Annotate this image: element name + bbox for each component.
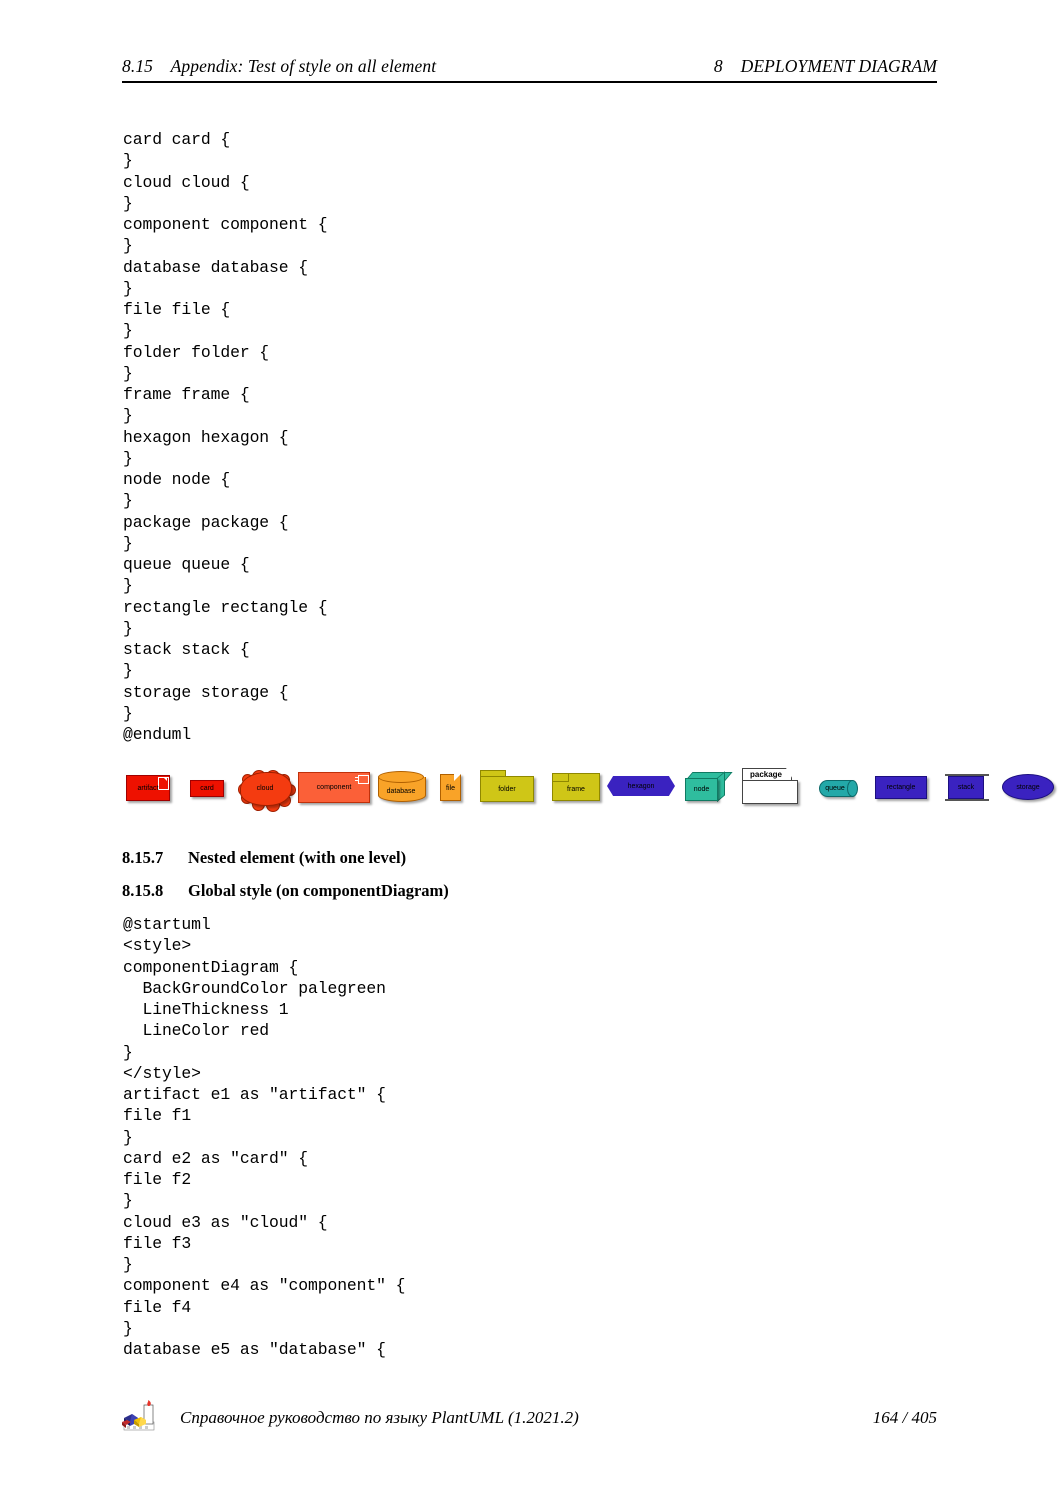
document-page: 8.15 Appendix: Test of style on all elem…	[0, 0, 1060, 1500]
code-line: }	[123, 193, 133, 213]
frame-label: frame	[567, 786, 585, 793]
code-line: card e2 as "card" {	[123, 1148, 308, 1168]
code-line: file f3	[123, 1233, 192, 1253]
code-line: queue queue {	[123, 555, 250, 574]
section-heading-8-15-7: 8.15.7 Nested element (with one level)	[122, 848, 406, 868]
section-heading-8-15-8: 8.15.8 Global style (on componentDiagram…	[122, 881, 449, 901]
package-label: package	[749, 769, 783, 779]
code-line: @enduml	[123, 725, 192, 744]
code-line: }	[123, 661, 133, 681]
page-header: 8.15 Appendix: Test of style on all elem…	[122, 56, 937, 77]
component-label: component	[316, 784, 352, 791]
code-block-global-style: @startuml <style> componentDiagram { BackG…	[123, 914, 405, 1360]
code-line: @startuml	[123, 915, 211, 934]
stack-label: stack	[957, 784, 975, 791]
header-right-title: DEPLOYMENT DIAGRAM	[740, 56, 937, 76]
code-line: }	[123, 1127, 133, 1147]
code-line: <style>	[123, 936, 192, 956]
code-line: }	[123, 491, 133, 511]
package-body	[742, 780, 798, 804]
node-label: node	[693, 786, 710, 793]
code-line: }	[123, 1255, 133, 1274]
code-line: component component {	[123, 215, 328, 234]
code-line: database e5 as "database" {	[123, 1340, 386, 1359]
code-line: file f2	[123, 1170, 192, 1189]
node-side-face	[717, 771, 725, 802]
code-line: cloud e3 as "cloud" {	[123, 1212, 328, 1232]
code-line: LineThickness 1	[123, 1000, 289, 1019]
code-line: }	[123, 1042, 133, 1062]
footer-page-number: 164 / 405	[872, 1408, 937, 1427]
section-number: 8.15.8	[122, 881, 164, 900]
code-line: }	[123, 406, 133, 426]
card-label: card	[200, 785, 214, 792]
header-left-title: Appendix: Test of style on all element	[170, 56, 437, 76]
section-title: Global style (on componentDiagram)	[188, 881, 449, 900]
code-line: </style>	[123, 1063, 201, 1083]
footer-title: Справочное руководство по языку PlantUML…	[180, 1408, 579, 1427]
code-line: }	[123, 321, 133, 341]
database-label: database	[386, 787, 416, 795]
code-line: }	[123, 533, 133, 553]
code-line: storage storage {	[123, 682, 289, 702]
hexagon-label: hexagon	[627, 782, 655, 790]
artifact-label: artifact	[137, 784, 159, 792]
code-line: }	[123, 363, 133, 383]
code-block-style-definitions: card card {} cloud cloud {} component comp…	[123, 129, 328, 745]
code-line: cloud cloud {	[123, 172, 250, 192]
cloud-label: cloud	[256, 784, 274, 792]
code-line: artifact e1 as "artifact" {	[123, 1085, 386, 1104]
code-line: }	[123, 1318, 133, 1338]
code-line: hexagon hexagon {	[123, 427, 289, 447]
deployment-diagram-image: artifact card cloud component database f…	[122, 762, 1054, 834]
plantuml-logo-icon	[122, 1400, 162, 1434]
file-label: file	[446, 784, 455, 792]
code-line: }	[123, 576, 133, 596]
code-line: database database {	[123, 257, 308, 277]
code-line: BackGroundColor palegreen	[123, 978, 386, 998]
code-line: package package {	[123, 512, 289, 532]
header-left-section: 8.15 Appendix: Test of style on all elem…	[122, 56, 436, 77]
header-left-number: 8.15	[122, 56, 154, 76]
code-line: component e4 as "component" {	[123, 1276, 406, 1296]
code-line: folder folder {	[123, 342, 270, 362]
code-line: stack stack {	[123, 640, 250, 659]
code-line: rectangle rectangle {	[123, 597, 328, 617]
code-line: file f1	[123, 1106, 192, 1126]
header-right-section: 8 DEPLOYMENT DIAGRAM	[714, 56, 937, 77]
folder-label: folder	[498, 786, 516, 793]
code-line: }	[123, 151, 133, 171]
code-line: }	[123, 703, 133, 723]
code-line: file file {	[123, 300, 231, 319]
code-line: node node {	[123, 470, 231, 489]
code-line: }	[123, 448, 133, 468]
code-line: card card {	[123, 130, 231, 149]
code-line: componentDiagram {	[123, 957, 299, 977]
page-footer: Справочное руководство по языку PlantUML…	[122, 1400, 937, 1438]
storage-label: storage	[1016, 783, 1040, 791]
code-line: }	[123, 1191, 133, 1211]
stack-bottom-bar	[945, 799, 989, 801]
section-number: 8.15.7	[122, 848, 164, 867]
rectangle-label: rectangle	[886, 784, 916, 791]
code-line: LineColor red	[123, 1021, 270, 1041]
header-rule	[122, 81, 937, 83]
code-line: }	[123, 278, 133, 298]
code-line: }	[123, 618, 133, 638]
code-line: frame frame {	[123, 385, 250, 404]
header-right-number: 8	[713, 56, 723, 76]
code-line: }	[123, 236, 133, 256]
section-title: Nested element (with one level)	[188, 848, 407, 867]
code-line: file f4	[123, 1297, 192, 1317]
queue-label: queue	[825, 785, 845, 792]
